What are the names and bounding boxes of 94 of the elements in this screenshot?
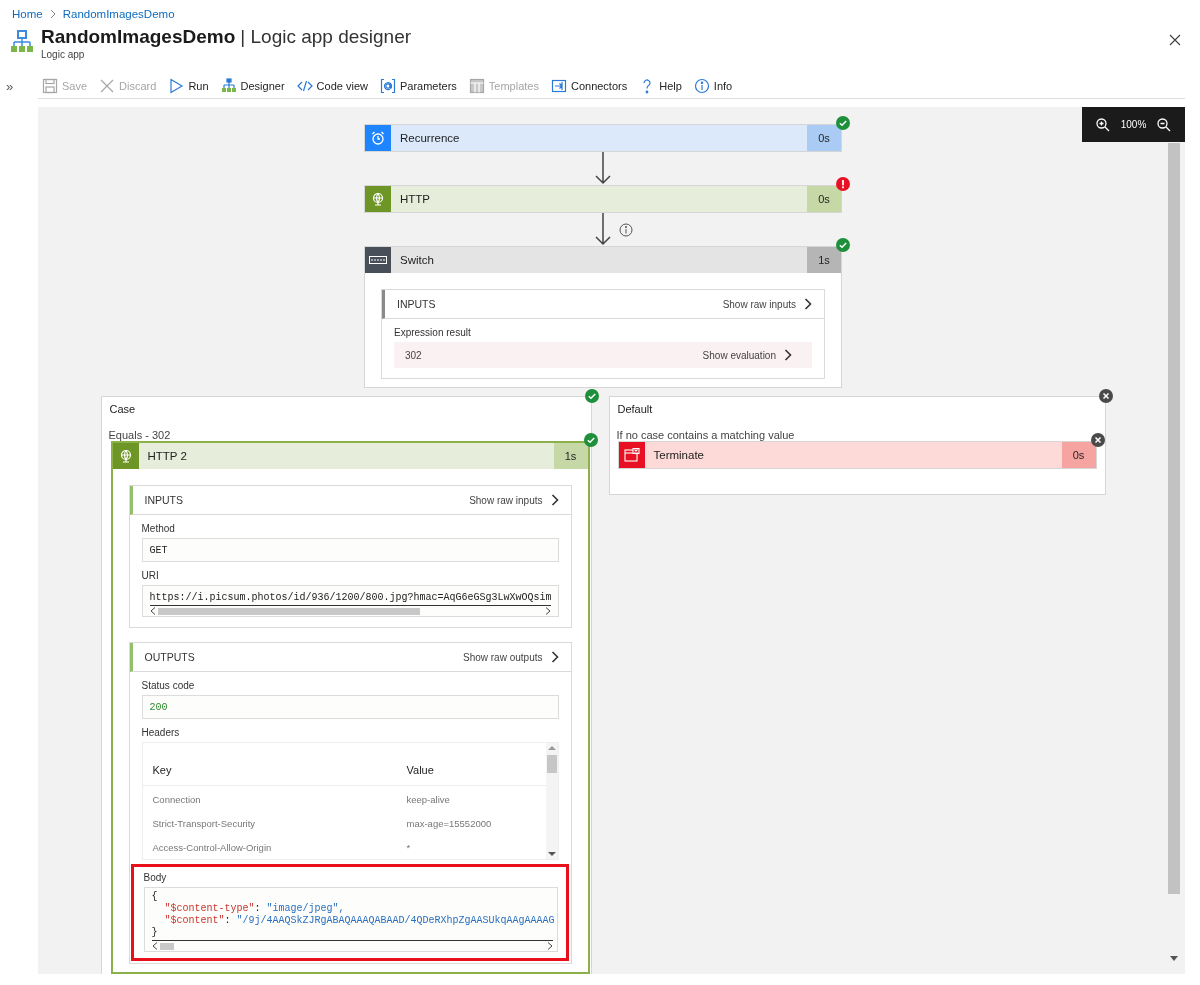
- toolbar-button[interactable]: Code view: [296, 77, 368, 94]
- action-title: Recurrence: [399, 132, 461, 144]
- scroll-down-arrow-icon[interactable]: [547, 851, 556, 857]
- resource-type-label: Logic app: [41, 49, 86, 60]
- branch-condition: Equals - 302: [108, 429, 171, 441]
- scrollbar-thumb[interactable]: [159, 942, 174, 950]
- table-cell-text: Connection: [152, 793, 202, 805]
- action-title: Terminate: [652, 449, 705, 461]
- hierarchy-icon: [220, 77, 237, 94]
- info-icon: [693, 77, 710, 94]
- zoom-out-icon[interactable]: [1157, 117, 1172, 132]
- breadcrumb-link[interactable]: Home: [12, 8, 43, 20]
- horizontal-scrollbar[interactable]: [149, 605, 551, 616]
- switch-icon: [369, 256, 387, 264]
- toolbar-button[interactable]: Parameters: [379, 77, 457, 94]
- globe-icon: [118, 449, 133, 463]
- show-raw-outputs-link[interactable]: Show raw outputs: [463, 651, 559, 663]
- connector-arrow: [594, 213, 612, 246]
- scrollbar-thumb[interactable]: [157, 607, 420, 615]
- action-title: HTTP: [399, 193, 432, 205]
- branch-condition: If no case contains a matching value: [616, 429, 795, 441]
- action-card[interactable]: Switch 1s INPUTS Show raw inputs Expression result 302 Show evaluation: [364, 246, 842, 388]
- page-subtitle: | Logic app designer: [240, 26, 412, 48]
- section-heading: INPUTS: [144, 494, 183, 506]
- connector-icon: [550, 77, 567, 94]
- code-line: "$content-type": "image/jpeg",: [163, 902, 345, 914]
- action-title: Switch: [399, 254, 435, 266]
- duration-label: 0s: [807, 186, 841, 212]
- zoom-level: 100%: [1120, 119, 1147, 130]
- show-raw-inputs-link[interactable]: Show raw inputs: [469, 494, 559, 506]
- field-value: https://i.picsum.photos/id/936/1200/800.jpg?hmac=AqG6eGSg3LwXwOQsim: [149, 592, 552, 603]
- alarm-clock-icon: [371, 131, 385, 145]
- duration-label: 1s: [553, 443, 588, 469]
- section-heading: INPUTS: [397, 298, 436, 310]
- duration-label: 1s: [807, 247, 841, 273]
- action-card[interactable]: Terminate 0s: [617, 441, 1097, 469]
- horizontal-scrollbar[interactable]: [151, 940, 553, 951]
- code-line: "$content": "/9j/4AAQSkZJRgABAQAAAQABAAD/4QDeRXhpZgAASUkqAAgAAAAG: [163, 914, 555, 926]
- field-label: Body: [143, 872, 168, 883]
- column-header: Key: [152, 764, 173, 776]
- chevron-icon: [550, 651, 559, 663]
- code-brace: }: [151, 926, 158, 938]
- expression-value: 302: [405, 349, 422, 361]
- column-header: Value: [406, 764, 434, 776]
- duration-label: 0s: [807, 125, 841, 151]
- vertical-scrollbar[interactable]: [545, 743, 558, 859]
- hierarchy-icon: [11, 30, 33, 54]
- table-cell: keep-alive: [406, 793, 450, 805]
- show-evaluation-link[interactable]: Show evaluation: [702, 349, 792, 361]
- chevron-icon: [48, 9, 57, 19]
- code-brace: {: [151, 890, 158, 902]
- field-label: Headers: [141, 727, 181, 738]
- toolbar-button[interactable]: Designer: [220, 77, 285, 94]
- field-value: GET: [149, 545, 168, 556]
- globe-icon: [371, 192, 385, 206]
- breadcrumb-link[interactable]: RandomImagesDemo: [62, 8, 175, 20]
- play-icon: [168, 77, 185, 94]
- chevron-icon: [784, 349, 792, 361]
- table-cell-text: Access-Control-Allow-Origin: [152, 841, 273, 853]
- expand-sidebar-button[interactable]: »: [0, 78, 38, 94]
- zoom-in-icon[interactable]: [1095, 117, 1110, 132]
- page-title: RandomImagesDemo: [41, 26, 236, 48]
- scroll-down-arrow-icon[interactable]: [1170, 956, 1178, 962]
- toolbar-button[interactable]: Info: [693, 77, 733, 94]
- grid-icon: [468, 77, 485, 94]
- cross-icon: [99, 77, 116, 94]
- window-close-icon: [623, 448, 640, 462]
- at-sign-icon: [379, 77, 396, 94]
- toolbar-button[interactable]: Connectors: [550, 77, 628, 94]
- show-raw-inputs-link[interactable]: Show raw inputs: [722, 298, 812, 310]
- info-icon[interactable]: [619, 223, 633, 237]
- table-cell: max-age=15552000: [406, 817, 492, 829]
- close-icon[interactable]: [1169, 34, 1181, 46]
- section-heading: OUTPUTS: [144, 651, 195, 663]
- field-label: Expression result: [394, 327, 472, 338]
- field-label: Method: [141, 523, 176, 534]
- action-title: HTTP 2: [146, 450, 188, 462]
- table-cell: *: [406, 841, 411, 853]
- toolbar-button[interactable]: Run: [168, 77, 209, 94]
- action-card[interactable]: HTTP 0s: [364, 185, 842, 213]
- duration-label: 0s: [1061, 442, 1096, 468]
- chevron-icon: [804, 298, 812, 310]
- field-label: Status code: [141, 680, 196, 691]
- branch-title: Case: [109, 403, 136, 415]
- chevron-icon: [550, 494, 559, 506]
- table-cell-text: Strict-Transport-Security: [152, 817, 257, 829]
- branch-title: Default: [617, 403, 653, 415]
- scrollbar-thumb[interactable]: [546, 755, 557, 773]
- field-label: URI: [141, 570, 160, 581]
- scroll-up-arrow-icon[interactable]: [547, 745, 556, 751]
- action-card[interactable]: Recurrence 0s: [364, 124, 842, 152]
- field-value: 200: [149, 702, 168, 713]
- toolbar-button[interactable]: Help: [639, 77, 682, 94]
- connector-arrow: [594, 152, 612, 185]
